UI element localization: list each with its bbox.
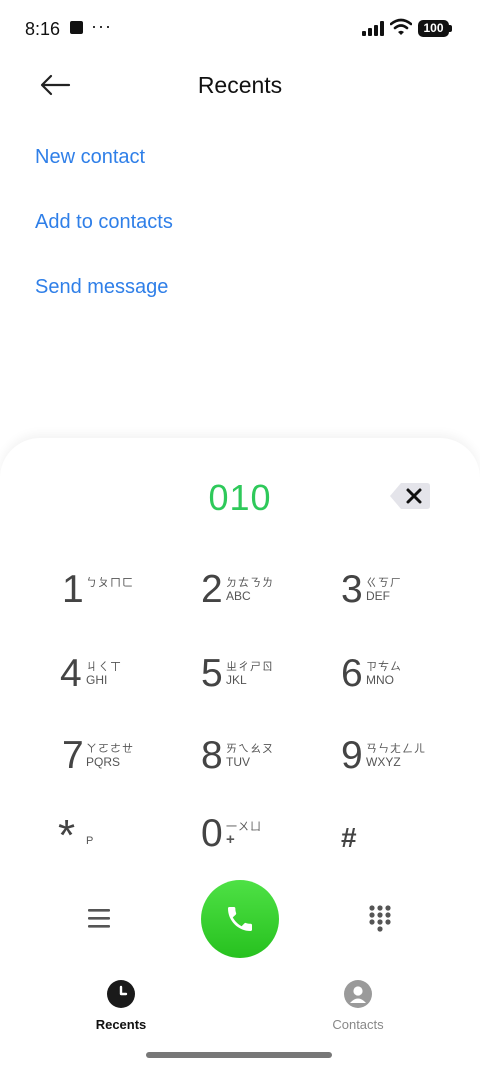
key-7[interactable]: 7 ㄚㄛㄜㄝ PQRS [62,736,202,806]
key-star-pause: P [86,835,94,847]
key-8-bopomofo: ㄞㄟㄠㄡ [226,743,274,755]
key-2-letters: ABC [226,589,251,603]
key-4[interactable]: 4 ㄐㄑㄒ GHI [60,654,200,724]
key-9-letters: WXYZ [366,755,401,769]
call-button[interactable] [201,880,279,958]
signal-icon [362,21,384,36]
key-2-bopomofo: ㄉㄊㄋㄌ [226,577,274,589]
key-6[interactable]: 6 ㄗㄘㄙ MNO [341,654,480,724]
key-1-bopomofo: ㄅㄆㄇㄈ [86,577,134,589]
key-8-letters: TUV [226,755,250,769]
send-message-link[interactable]: Send message [35,276,168,299]
battery-level: 100 [418,20,449,37]
key-hash-symbol: # [341,822,357,853]
key-0[interactable]: 0 一ㄨㄩ + [201,814,341,884]
key-1[interactable]: 1 ㄅㄆㄇㄈ [62,570,202,640]
new-contact-link[interactable]: New contact [35,146,145,169]
key-5[interactable]: 5 ㄓㄔㄕㄖ JKL [201,654,341,724]
key-0-digit: 0 [201,812,223,855]
key-0-plus: + [226,831,235,848]
key-7-letters: PQRS [86,755,121,769]
status-time: 8:16 [25,19,61,39]
key-3-digit: 3 [341,568,363,611]
status-bar: 8:16 ··· 100 [0,0,480,58]
key-8[interactable]: 8 ㄞㄟㄠㄡ TUV [201,736,341,806]
tab-contacts-label: Contacts [332,1017,384,1032]
tab-recents[interactable]: Recents [61,980,181,1032]
key-2[interactable]: 2 ㄉㄊㄋㄌ ABC [201,570,341,640]
key-star[interactable]: * P [58,814,198,884]
key-6-letters: MNO [366,673,394,687]
key-9-digit: 9 [341,734,363,777]
page-title: Recents [197,72,283,98]
key-2-digit: 2 [201,568,223,611]
backspace-icon[interactable] [389,481,431,511]
clock-icon [107,980,135,1008]
wifi-icon [390,18,412,35]
menu-icon[interactable] [88,908,112,930]
key-4-letters: GHI [86,673,108,687]
notification-icon [70,21,83,34]
key-4-bopomofo: ㄐㄑㄒ [86,661,122,673]
key-9[interactable]: 9 ㄢㄣㄤㄥㄦ WXYZ [341,736,480,806]
key-8-digit: 8 [201,734,223,777]
key-hash[interactable]: # [341,814,480,884]
phone-icon [228,907,252,931]
tab-recents-label: Recents [95,1017,147,1032]
dialpad-toggle-icon[interactable] [369,905,393,933]
key-6-bopomofo: ㄗㄘㄙ [366,661,402,673]
key-3[interactable]: 3 ㄍㄎㄏ DEF [341,570,480,640]
key-9-bopomofo: ㄢㄣㄤㄥㄦ [366,743,426,755]
more-notifications-icon: ··· [91,16,112,36]
person-icon [344,980,372,1008]
tab-contacts[interactable]: Contacts [298,980,418,1032]
key-5-bopomofo: ㄓㄔㄕㄖ [226,661,274,673]
key-6-digit: 6 [341,652,363,695]
home-indicator[interactable] [146,1052,332,1058]
key-5-letters: JKL [226,673,247,687]
dialer-screen: 8:16 ··· 100 Recents New contact Add to … [0,0,480,1066]
key-1-digit: 1 [62,568,84,611]
add-to-contacts-link[interactable]: Add to contacts [35,211,173,234]
key-star-symbol: * [58,811,76,860]
key-3-letters: DEF [366,589,390,603]
battery-icon: 100 [418,20,452,37]
key-3-bopomofo: ㄍㄎㄏ [366,577,402,589]
key-5-digit: 5 [201,652,223,695]
key-7-digit: 7 [62,734,84,777]
key-7-bopomofo: ㄚㄛㄜㄝ [86,743,134,755]
key-4-digit: 4 [60,652,82,695]
